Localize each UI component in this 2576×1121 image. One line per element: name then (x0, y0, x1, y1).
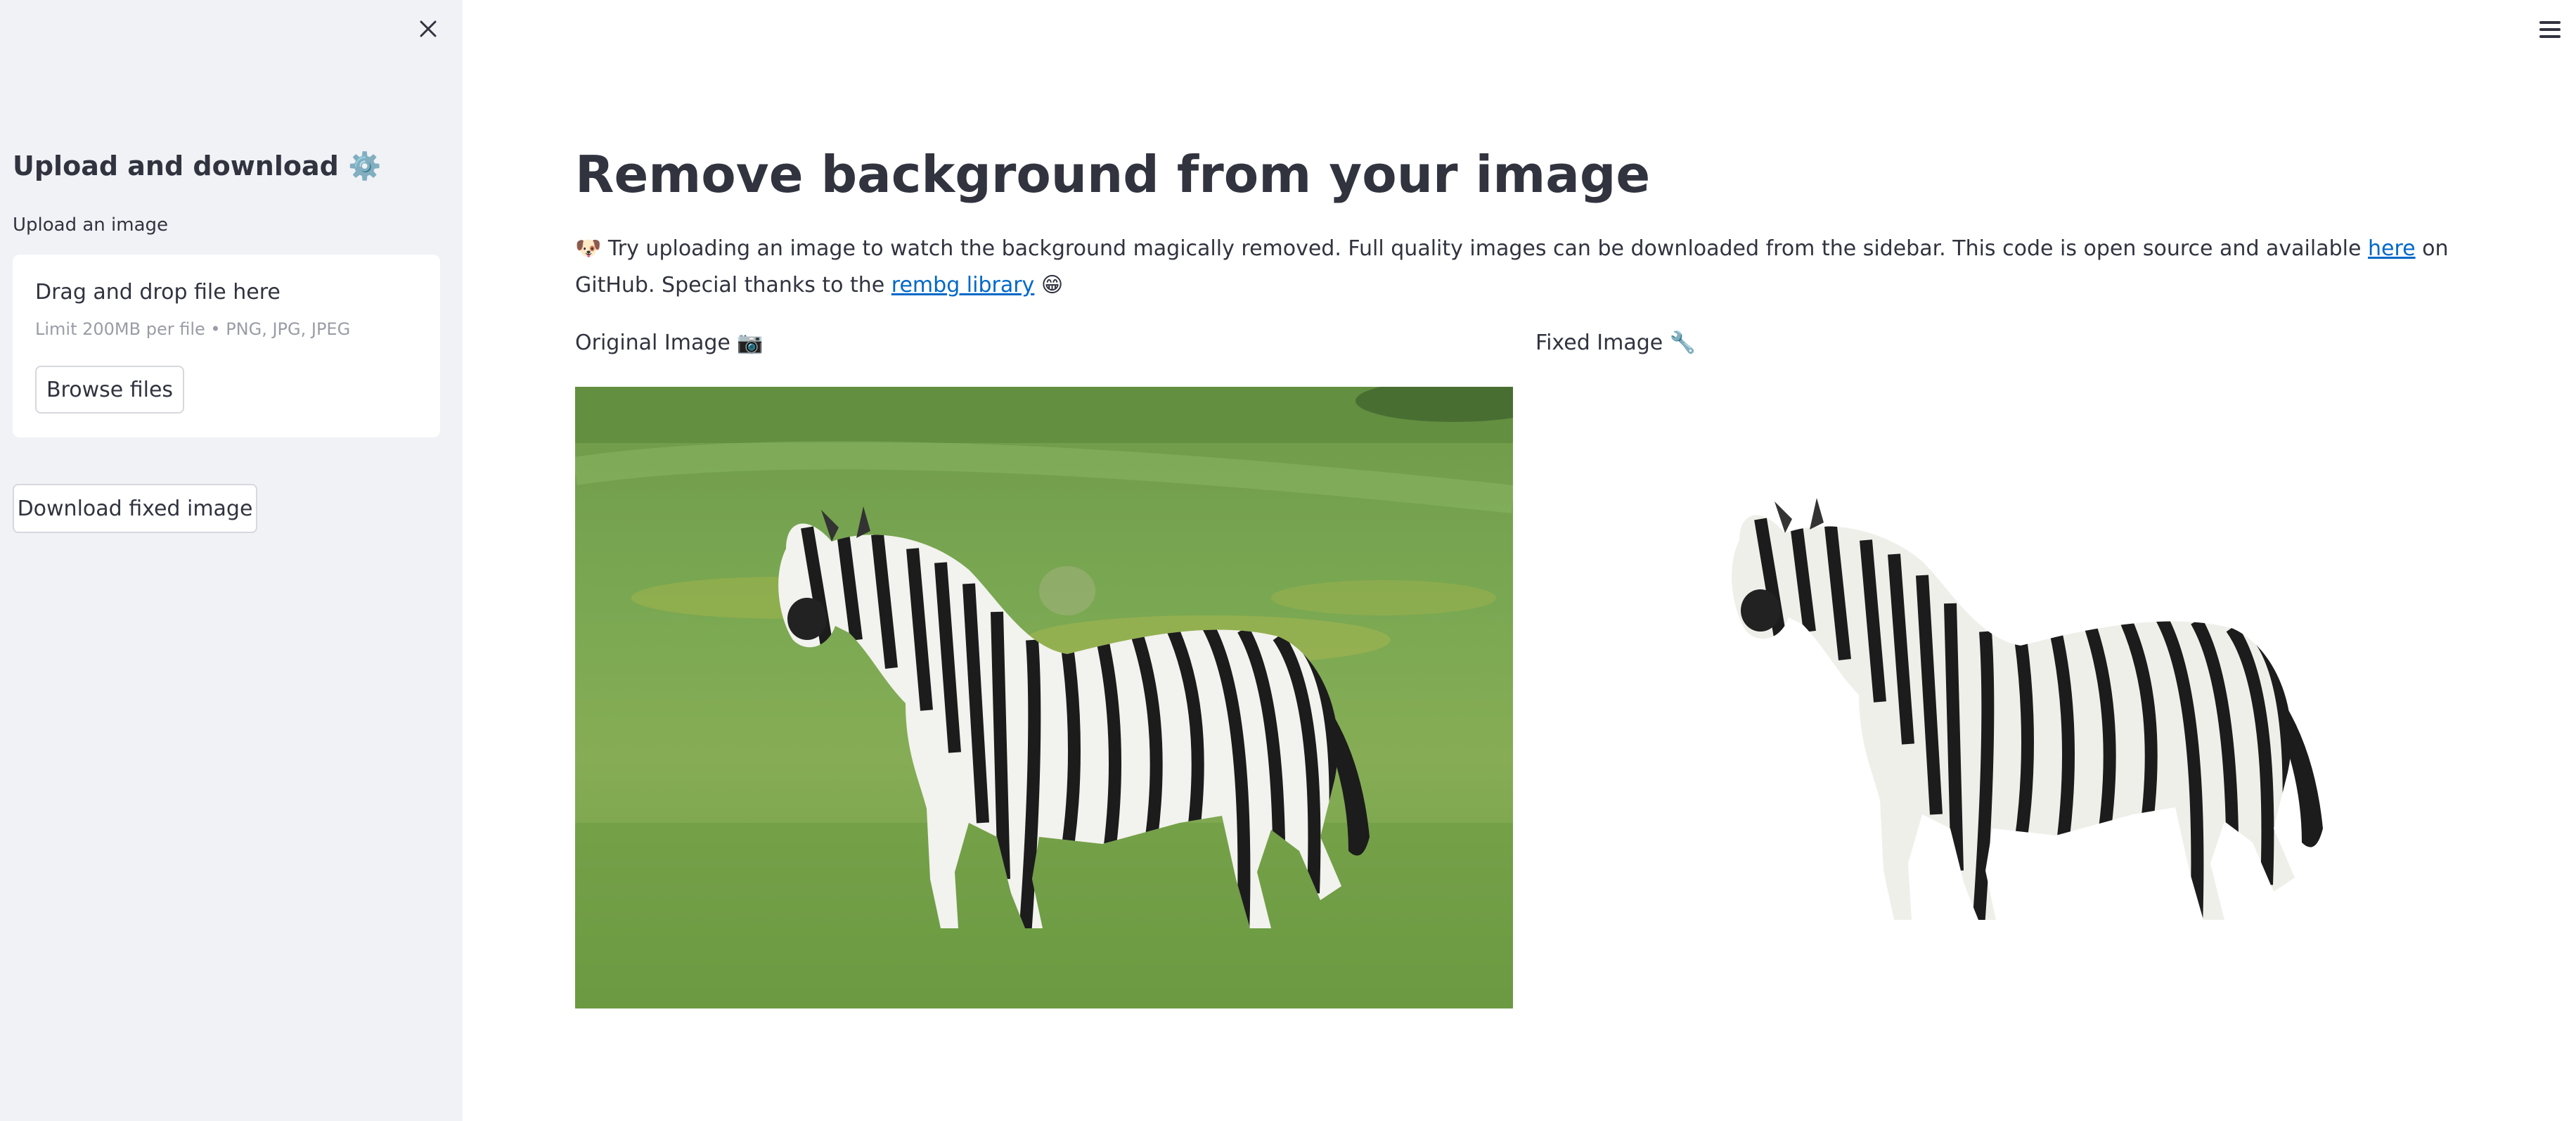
fixed-image-label: Fixed Image 🔧 (1535, 331, 1696, 355)
close-sidebar-button[interactable] (413, 14, 443, 44)
upload-label: Upload an image (13, 214, 169, 236)
dropzone-hint: Limit 200MB per file • PNG, JPG, JPEG (35, 319, 351, 339)
download-fixed-image-button[interactable]: Download fixed image (13, 484, 257, 533)
fixed-image (1535, 387, 2473, 1008)
file-dropzone[interactable]: Drag and drop file here Limit 200MB per … (13, 255, 440, 437)
main-menu-button[interactable] (2535, 15, 2566, 44)
browse-files-button[interactable]: Browse files (35, 366, 184, 414)
original-image-label: Original Image 📷 (575, 331, 764, 355)
close-icon (420, 20, 437, 37)
original-image (575, 387, 1513, 1008)
sidebar-heading: Upload and download ⚙️ (13, 150, 382, 181)
rembg-link[interactable]: rembg library (891, 273, 1035, 297)
github-link[interactable]: here (2368, 236, 2416, 261)
intro-text: 🐶 Try uploading an image to watch the ba… (575, 231, 2487, 304)
dropzone-title: Drag and drop file here (35, 280, 281, 305)
intro-part1: 🐶 Try uploading an image to watch the ba… (575, 236, 2368, 261)
page-title: Remove background from your image (575, 145, 1651, 204)
intro-part3: 😁 (1034, 273, 1064, 297)
sidebar: Upload and download ⚙️ Upload an image D… (0, 0, 463, 1121)
